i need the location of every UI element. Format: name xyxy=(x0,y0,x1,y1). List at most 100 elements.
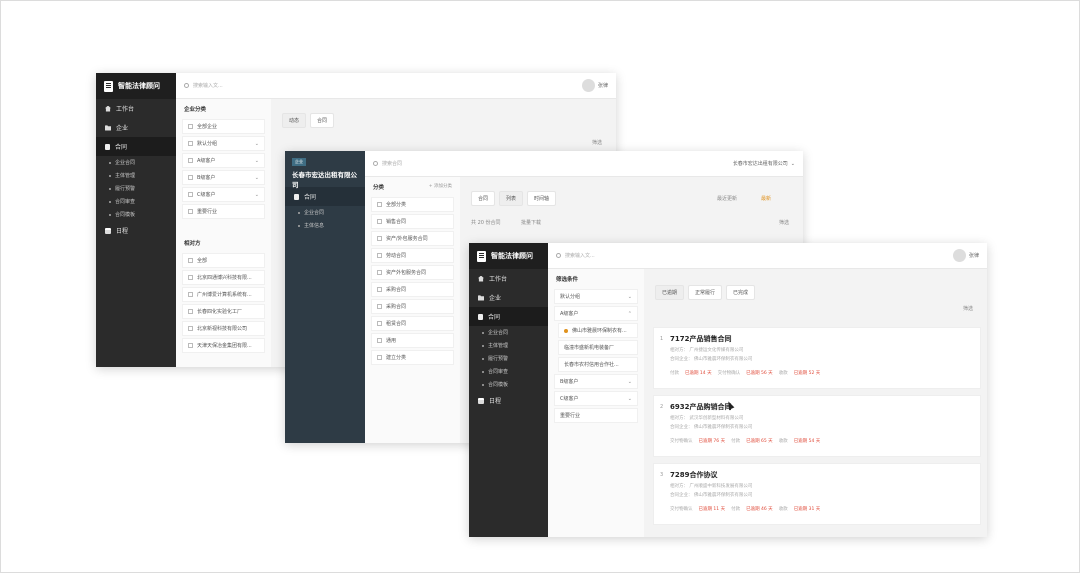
contract-title[interactable]: 7289合作协议 xyxy=(670,470,972,480)
category-item[interactable]: 建立分类 xyxy=(371,350,454,365)
tab-overdue[interactable]: 已逾期 xyxy=(655,285,685,300)
checkbox[interactable] xyxy=(377,270,382,275)
nav-calendar[interactable]: 日程 xyxy=(469,391,548,410)
checkbox[interactable] xyxy=(188,124,193,129)
checkbox[interactable] xyxy=(188,326,193,331)
sort-select[interactable]: 最新 xyxy=(761,195,771,202)
filter-item[interactable]: 北京四通博兴科技有限... xyxy=(182,270,265,285)
nav-calendar[interactable]: 日程 xyxy=(96,221,176,240)
user-menu[interactable]: 张律 xyxy=(952,249,979,262)
category-item[interactable]: 通用 xyxy=(371,333,454,348)
tab-timeline[interactable]: 时间轴 xyxy=(527,191,557,206)
checkbox[interactable] xyxy=(377,202,382,207)
filter-button[interactable]: 筛选 xyxy=(779,219,789,226)
filter-item[interactable]: 全部企业 xyxy=(182,119,265,134)
checkbox[interactable] xyxy=(188,175,193,180)
checkbox[interactable] xyxy=(188,292,193,297)
checkbox[interactable] xyxy=(188,141,193,146)
add-category-button[interactable]: + 添加分类 xyxy=(429,183,452,191)
user-menu[interactable]: 张律 xyxy=(581,79,608,92)
filter-item[interactable]: 全部 xyxy=(182,253,265,268)
category-item[interactable]: 销售合同 xyxy=(371,214,454,229)
nav-sub-item[interactable]: 合同模板 xyxy=(96,208,176,221)
contract-title[interactable]: 6932产品购销合同 xyxy=(670,402,972,412)
filter-button[interactable]: 筛选 xyxy=(963,305,973,312)
checkbox[interactable] xyxy=(188,275,193,280)
checkbox[interactable] xyxy=(188,343,193,348)
filter-item[interactable]: 长春四化实验化工厂 xyxy=(182,304,265,319)
nav-sub-item[interactable]: 主体管理 xyxy=(96,169,176,182)
filter-item[interactable]: C级客户 ⌄ xyxy=(182,187,265,202)
tab-in-progress[interactable]: 正常履行 xyxy=(688,285,723,300)
nav-sub-item[interactable]: 履行预警 xyxy=(469,352,548,365)
contract-card[interactable]: 3 7289合作协议 相对方： 广州顺盛中新科技发展有限公司 合同企业： 佛山市… xyxy=(653,463,981,525)
checkbox[interactable] xyxy=(377,287,382,292)
search-input[interactable]: 搜索输入文... xyxy=(193,82,223,89)
nav-workbench[interactable]: 工作台 xyxy=(96,99,176,118)
bulk-download-button[interactable]: 批量下载 xyxy=(521,219,541,226)
nav-enterprise[interactable]: 企业 xyxy=(96,118,176,137)
nav-contract[interactable]: 合同 xyxy=(96,137,176,156)
filter-item[interactable]: 默认分组 ⌄ xyxy=(182,136,265,151)
nav-sub-item[interactable]: 合同审查 xyxy=(469,365,548,378)
category-item[interactable]: 租赁合同 xyxy=(371,316,454,331)
tab-activity[interactable]: 动态 xyxy=(282,113,307,128)
filter-item[interactable]: A级客户 ⌃ xyxy=(554,306,638,321)
nav-enterprise[interactable]: 企业 xyxy=(469,288,548,307)
checkbox[interactable] xyxy=(377,253,382,258)
category-item[interactable]: 劳动合同 xyxy=(371,248,454,263)
checkbox[interactable] xyxy=(188,209,193,214)
sub-company-item[interactable]: 长春市农村信用合作社... xyxy=(558,357,638,372)
filter-item[interactable]: B级客户 ⌄ xyxy=(554,374,638,389)
filter-item[interactable]: 重要行业 xyxy=(182,204,265,219)
filter-item[interactable]: C级客户 ⌄ xyxy=(554,391,638,406)
tab-contract[interactable]: 合同 xyxy=(310,113,335,128)
contract-card[interactable]: 1 7172产品销售合同 相对方： 广州捷运文化传媒有限公司 合同企业： 佛山市… xyxy=(653,327,981,389)
nav-sub-item[interactable]: 合同审查 xyxy=(96,195,176,208)
chevron-down-icon[interactable]: ⌄ xyxy=(255,192,259,198)
search-input[interactable]: 搜索输入文... xyxy=(565,252,595,259)
nav-sub-item[interactable]: 企业合同 xyxy=(469,326,548,339)
chevron-down-icon[interactable]: ⌄ xyxy=(255,141,259,147)
nav-contract[interactable]: 合同 xyxy=(285,187,365,206)
nav-sub-item[interactable]: 履行预警 xyxy=(96,182,176,195)
sub-company-item[interactable]: 临潼市盛新机电装备厂 xyxy=(558,340,638,355)
sub-company-item[interactable]: 佛山市雅晨环保制衣有... xyxy=(558,323,638,338)
filter-item[interactable]: 默认分组 ⌄ xyxy=(554,289,638,304)
filter-item[interactable]: 北京新视科技有限公司 xyxy=(182,321,265,336)
chevron-down-icon[interactable]: ⌄ xyxy=(628,294,632,300)
filter-item[interactable]: 广州博爱计算机系统有... xyxy=(182,287,265,302)
filter-item[interactable]: A级客户 ⌄ xyxy=(182,153,265,168)
nav-contract[interactable]: 合同 xyxy=(469,307,548,326)
nav-sub-item[interactable]: 主体信息 xyxy=(285,219,365,232)
tab-contract[interactable]: 合同 xyxy=(471,191,496,206)
nav-sub-item[interactable]: 企业合同 xyxy=(285,206,365,219)
category-item[interactable]: 采购合同 xyxy=(371,299,454,314)
nav-sub-item[interactable]: 主体管理 xyxy=(469,339,548,352)
checkbox[interactable] xyxy=(188,309,193,314)
chevron-down-icon[interactable]: ⌄ xyxy=(628,379,632,385)
checkbox[interactable] xyxy=(188,192,193,197)
checkbox[interactable] xyxy=(377,236,382,241)
chevron-down-icon[interactable]: ⌄ xyxy=(255,175,259,181)
checkbox[interactable] xyxy=(377,304,382,309)
contract-title[interactable]: 7172产品销售合同 xyxy=(670,334,972,344)
contract-card[interactable]: 2 6932产品购销合同 相对方： 武汉华创新型材料有限公司 合同企业： 佛山市… xyxy=(653,395,981,457)
category-item[interactable]: 资产外包服务合同 xyxy=(371,265,454,280)
category-item[interactable]: 资产/外包服务合同 xyxy=(371,231,454,246)
category-item[interactable]: 全部分类 xyxy=(371,197,454,212)
company-selector[interactable]: 长春市宏达出租有限公司 ⌄ xyxy=(733,160,795,168)
checkbox[interactable] xyxy=(188,258,193,263)
nav-sub-item[interactable]: 合同模板 xyxy=(469,378,548,391)
checkbox[interactable] xyxy=(188,158,193,163)
filter-item[interactable]: B级客户 ⌄ xyxy=(182,170,265,185)
nav-workbench[interactable]: 工作台 xyxy=(469,269,548,288)
filter-item[interactable]: 重要行业 xyxy=(554,408,638,423)
checkbox[interactable] xyxy=(377,355,382,360)
checkbox[interactable] xyxy=(377,338,382,343)
nav-sub-item[interactable]: 企业合同 xyxy=(96,156,176,169)
filter-button[interactable]: 筛选 xyxy=(592,139,602,146)
filter-item[interactable]: 天津天保冶金集团有限... xyxy=(182,338,265,353)
search-input[interactable]: 搜索合同 xyxy=(382,160,402,167)
chevron-down-icon[interactable]: ⌄ xyxy=(628,396,632,402)
